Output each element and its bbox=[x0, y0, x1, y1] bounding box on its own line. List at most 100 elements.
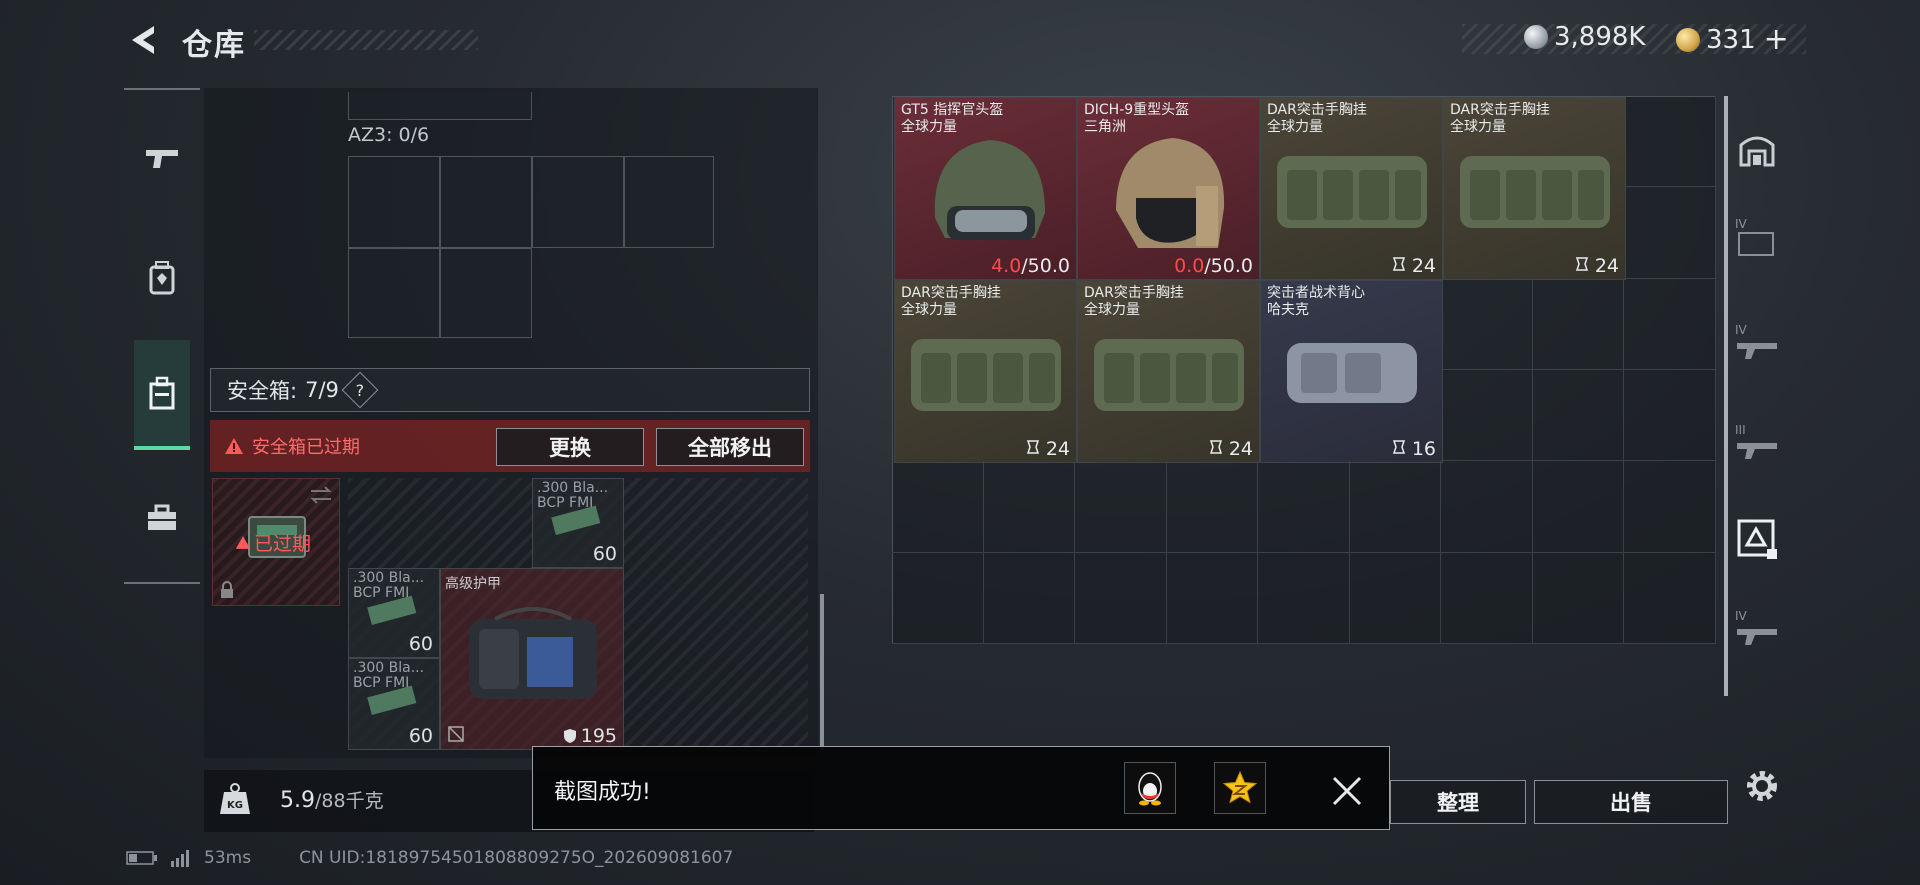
inventory-item[interactable]: DAR突击手胸挂 全球力量 24 bbox=[1077, 280, 1260, 463]
item-name: DAR突击手胸挂 bbox=[1267, 102, 1367, 118]
inventory-item[interactable]: DICH-9重型头盔 三角洲 0.0/50.0 bbox=[1077, 97, 1260, 280]
armor-item[interactable]: 高级护甲 195 bbox=[440, 568, 624, 750]
gold-amount: 331 bbox=[1706, 24, 1756, 55]
currency-silver: 3,898K bbox=[1524, 22, 1645, 52]
tier-label: IV bbox=[1735, 323, 1747, 337]
nav-equipment[interactable] bbox=[134, 238, 190, 318]
inventory-item[interactable]: GT5 指挥官头盔 全球力量 4.0/50.0 bbox=[894, 97, 1077, 280]
back-button[interactable] bbox=[124, 20, 164, 60]
gear-icon bbox=[1747, 771, 1777, 801]
status-footer: 53ms CN UID:18189754501808809275O_202609… bbox=[126, 848, 733, 868]
filter-tier[interactable]: IV bbox=[1732, 606, 1782, 656]
rifle-tier-icon: IV bbox=[1735, 609, 1779, 653]
capacity-value: 24 bbox=[1228, 438, 1253, 460]
title-decoration bbox=[254, 30, 478, 50]
warning-icon bbox=[235, 536, 251, 549]
safe-box-item[interactable]: 已过期 bbox=[212, 478, 340, 606]
close-toast-button[interactable] bbox=[1326, 770, 1368, 812]
share-qq-button[interactable] bbox=[1124, 762, 1176, 814]
ping: 53ms bbox=[204, 848, 252, 868]
left-scrollbar[interactable] bbox=[820, 594, 824, 750]
az3-slot[interactable] bbox=[348, 248, 440, 338]
item-faction: 哈夫克 bbox=[1267, 302, 1309, 318]
ammo-item[interactable]: .300 Bla... BCP FMJ 60 bbox=[532, 478, 624, 568]
capacity-icon bbox=[1209, 440, 1222, 454]
safe-box-label: 安全箱: bbox=[227, 379, 298, 403]
ammo-name: .300 Bla... bbox=[537, 480, 609, 496]
share-qzone-button[interactable] bbox=[1214, 762, 1266, 814]
nav-safe-box[interactable] bbox=[134, 340, 190, 450]
inventory-item[interactable]: DAR突击手胸挂 全球力量 24 bbox=[1260, 97, 1443, 280]
move-all-out-button[interactable]: 全部移出 bbox=[656, 428, 804, 466]
item-durability: 0.0/50.0 bbox=[1174, 255, 1253, 277]
gold-coin-icon bbox=[1676, 27, 1700, 52]
weight-kg-text: KG bbox=[227, 800, 243, 811]
item-capacity: 24 bbox=[1392, 255, 1436, 277]
currency-gold: 331 + bbox=[1676, 22, 1789, 57]
sort-button[interactable]: 整理 bbox=[1390, 780, 1526, 824]
durability-current: 4.0 bbox=[991, 255, 1022, 277]
item-name: GT5 指挥官头盔 bbox=[901, 102, 1004, 118]
armor-count: 195 bbox=[580, 725, 617, 747]
inventory-item[interactable]: 突击者战术背心 哈夫克 16 bbox=[1260, 280, 1443, 463]
filter-tier[interactable]: III bbox=[1732, 420, 1782, 470]
ammo-box-icon bbox=[367, 685, 417, 715]
az3-slot[interactable] bbox=[440, 156, 532, 248]
capacity-value: 24 bbox=[1594, 255, 1619, 277]
az3-slot[interactable] bbox=[624, 156, 714, 248]
pistol-icon bbox=[146, 150, 178, 168]
toast-message: 截图成功! bbox=[554, 780, 651, 805]
no-insure-icon bbox=[448, 726, 464, 742]
armor-durability: 195 bbox=[563, 725, 617, 747]
backpack-icon bbox=[149, 261, 175, 295]
ammo-count: 60 bbox=[408, 633, 433, 655]
qq-penguin-icon bbox=[1138, 772, 1162, 806]
item-durability: 4.0/50.0 bbox=[991, 255, 1070, 277]
settings-button[interactable] bbox=[1742, 766, 1782, 806]
ammo-item[interactable]: .300 Bla... BCP FMJ 60 bbox=[348, 568, 440, 658]
add-currency-button[interactable]: + bbox=[1764, 22, 1789, 57]
ammo-item[interactable]: .300 Bla... BCP FMJ 60 bbox=[348, 658, 440, 750]
right-filter-nav: IV IV III IV bbox=[1722, 96, 1792, 696]
item-faction: 三角洲 bbox=[1084, 119, 1126, 135]
inventory-item[interactable]: DAR突击手胸挂 全球力量 24 bbox=[1443, 97, 1626, 280]
item-capacity: 16 bbox=[1392, 438, 1436, 460]
capacity-icon bbox=[1575, 257, 1588, 271]
safe-box-count: 7/9 bbox=[305, 378, 339, 402]
capacity-value: 24 bbox=[1411, 255, 1436, 277]
item-name: 突击者战术背心 bbox=[1267, 285, 1365, 301]
replace-button[interactable]: 更换 bbox=[496, 428, 644, 466]
sell-button[interactable]: 出售 bbox=[1534, 780, 1728, 824]
inventory-item[interactable]: DAR突击手胸挂 全球力量 24 bbox=[894, 280, 1077, 463]
filter-tier[interactable]: IV bbox=[1732, 320, 1782, 370]
capacity-value: 24 bbox=[1045, 438, 1070, 460]
az3-slot[interactable] bbox=[348, 156, 440, 248]
warehouse-icon bbox=[1739, 136, 1775, 167]
expired-warning: 安全箱已过期 bbox=[224, 433, 360, 459]
left-category-nav bbox=[124, 88, 200, 584]
capacity-icon bbox=[1026, 440, 1039, 454]
container-slot-top[interactable] bbox=[348, 92, 532, 120]
filter-safe-box[interactable] bbox=[1732, 514, 1782, 564]
nav-weapons[interactable] bbox=[134, 118, 190, 198]
az3-capacity-label: AZ3: 0/6 bbox=[348, 124, 430, 146]
filter-tier[interactable]: IV bbox=[1732, 214, 1782, 264]
capacity-value: 16 bbox=[1411, 438, 1436, 460]
az3-slot[interactable] bbox=[532, 156, 624, 248]
tier-label: III bbox=[1735, 423, 1746, 437]
help-button[interactable]: ? bbox=[341, 371, 379, 409]
battery-icon bbox=[126, 851, 157, 865]
nav-toolbox[interactable] bbox=[134, 478, 190, 558]
case-tier-icon: IV bbox=[1735, 217, 1779, 261]
expired-warning-text: 安全箱已过期 bbox=[252, 437, 360, 458]
item-capacity: 24 bbox=[1209, 438, 1253, 460]
filter-all[interactable] bbox=[1732, 124, 1782, 174]
az3-slot[interactable] bbox=[440, 248, 532, 338]
item-capacity: 24 bbox=[1026, 438, 1070, 460]
help-icon: ? bbox=[355, 380, 365, 400]
ammo-box-icon bbox=[367, 595, 417, 625]
case-icon bbox=[149, 376, 175, 410]
expired-badge-text: 已过期 bbox=[254, 533, 312, 555]
weight-max: /88千克 bbox=[315, 790, 384, 812]
durability-current: 0.0 bbox=[1174, 255, 1205, 277]
